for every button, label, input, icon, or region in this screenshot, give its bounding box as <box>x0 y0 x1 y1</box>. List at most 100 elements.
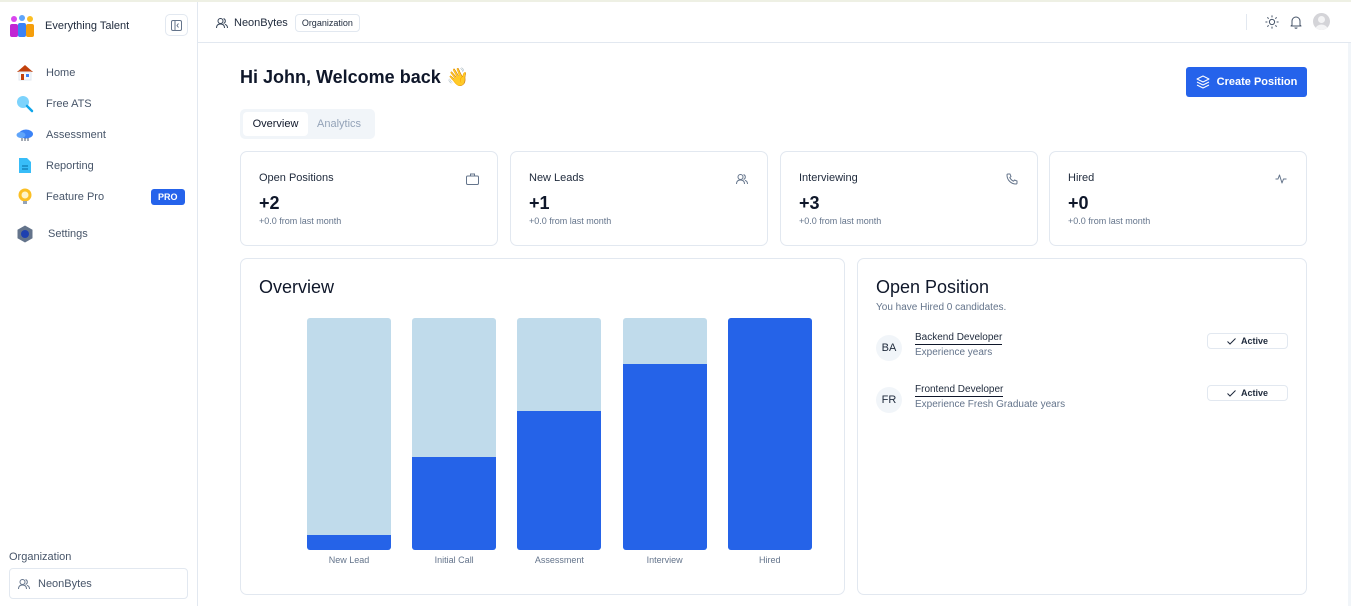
greeting-text: Hi John, Welcome back <box>240 67 441 87</box>
stat-card-interviewing: Interviewing +3 +0.0 from last month <box>780 151 1038 246</box>
stat-change: +0.0 from last month <box>259 216 342 226</box>
create-position-label: Create Position <box>1216 76 1298 88</box>
open-position-title: Open Position <box>876 277 990 297</box>
position-name-link[interactable]: Backend Developer <box>915 332 1003 345</box>
sidebar-item-reporting[interactable]: Reporting <box>0 150 197 181</box>
users-icon <box>216 18 228 29</box>
bar-assessment[interactable] <box>517 410 602 550</box>
position-experience: Experience Fresh Graduate years <box>915 399 1066 410</box>
header-organization: NeonBytes Organization <box>216 14 360 32</box>
sidebar-item-label: Feature Pro <box>46 190 105 203</box>
organization-selector[interactable]: NeonBytes <box>9 568 188 599</box>
sun-icon <box>1265 15 1279 29</box>
stat-title: Hired <box>1068 172 1095 184</box>
bar-track <box>307 318 391 550</box>
open-position-subtitle: You have Hired 0 candidates. <box>876 302 1007 313</box>
briefcase-icon <box>465 172 479 186</box>
position-status-badge[interactable]: Active <box>1207 385 1288 401</box>
stat-change: +0.0 from last month <box>1068 216 1151 226</box>
stat-title: Open Positions <box>259 172 334 184</box>
organization-tag: Organization <box>294 14 360 32</box>
sidebar-item-settings[interactable]: Settings <box>0 218 197 249</box>
brand-name: Everything Talent <box>45 20 130 32</box>
x-tick-label: Interview <box>646 555 683 565</box>
organization-name: NeonBytes <box>38 577 92 590</box>
sidebar-item-label: Home <box>46 66 76 79</box>
sidebar-nav: Home Free ATS Assessment Reporting Featu… <box>0 57 197 249</box>
users-icon <box>18 578 30 589</box>
stat-value: +3 <box>799 193 820 213</box>
house-icon <box>16 64 34 82</box>
position-avatar: BA <box>876 335 902 361</box>
brand-logo-icon <box>9 14 35 38</box>
stat-card-open-positions: Open Positions +2 +0.0 from last month <box>240 151 498 246</box>
user-avatar[interactable] <box>1313 13 1330 30</box>
sidebar-item-feature-pro[interactable]: Feature Pro PRO <box>0 181 197 212</box>
gear-icon <box>16 225 34 243</box>
header-divider <box>1246 14 1247 30</box>
cloud-icon <box>16 126 34 144</box>
overview-bar-chart: New Lead Initial Call Assessment Interview H… <box>241 259 844 594</box>
lightbulb-icon <box>16 188 34 206</box>
status-label: Active <box>1240 388 1268 398</box>
view-tabs: Overview Analytics <box>240 109 375 139</box>
notifications-button[interactable] <box>1288 14 1304 30</box>
sidebar-item-label: Settings <box>48 227 88 240</box>
top-header: NeonBytes Organization <box>198 2 1351 43</box>
sidebar-toggle-icon <box>171 19 182 31</box>
pro-badge: PRO <box>151 189 185 205</box>
check-icon <box>1227 389 1236 397</box>
collapse-sidebar-button[interactable] <box>165 14 188 36</box>
brand[interactable]: Everything Talent <box>9 14 129 38</box>
create-position-button[interactable]: Create Position <box>1186 67 1307 97</box>
position-experience: Experience years <box>915 347 993 358</box>
waving-hand-icon: 👋 <box>446 67 470 87</box>
tab-analytics[interactable]: Analytics <box>308 112 370 136</box>
bar-hired[interactable] <box>727 318 812 550</box>
position-status-badge[interactable]: Active <box>1207 333 1288 349</box>
stat-title: New Leads <box>529 172 585 184</box>
position-avatar: FR <box>876 387 902 413</box>
bar-interview[interactable] <box>622 364 707 550</box>
page-title: Hi John, Welcome back 👋 <box>240 67 469 88</box>
stat-card-new-leads: New Leads +1 +0.0 from last month <box>510 151 768 246</box>
theme-toggle-button[interactable] <box>1264 14 1280 30</box>
bar-initial-call[interactable] <box>412 457 497 550</box>
tab-overview[interactable]: Overview <box>243 112 308 136</box>
stat-title: Interviewing <box>799 172 858 184</box>
x-tick-label: Hired <box>759 555 781 565</box>
header-org-name: NeonBytes <box>234 17 288 29</box>
phone-icon <box>1005 172 1019 186</box>
document-icon <box>16 157 34 175</box>
x-tick-label: New Lead <box>328 555 370 565</box>
status-label: Active <box>1240 336 1268 346</box>
stat-change: +0.0 from last month <box>529 216 612 226</box>
position-list-item: BA Backend Developer Experience years Ac… <box>876 332 1290 372</box>
stat-card-hired: Hired +0 +0.0 from last month <box>1049 151 1307 246</box>
sidebar-item-label: Assessment <box>46 128 106 141</box>
stat-value: +1 <box>529 193 550 213</box>
stat-value: +0 <box>1068 193 1089 213</box>
x-tick-label: Assessment <box>534 555 584 565</box>
open-position-panel: Open Position You have Hired 0 candidate… <box>857 258 1307 595</box>
sidebar: Everything Talent Home Free ATS Assessme… <box>0 2 198 606</box>
user-avatar-icon <box>1315 16 1328 30</box>
bar-new-lead[interactable] <box>307 534 391 550</box>
x-tick-label: Initial Call <box>434 555 474 565</box>
position-name-link[interactable]: Frontend Developer <box>915 384 1004 397</box>
sidebar-item-free-ats[interactable]: Free ATS <box>0 88 197 119</box>
position-list-item: FR Frontend Developer Experience Fresh G… <box>876 384 1290 424</box>
magnifier-icon <box>16 95 34 113</box>
activity-icon <box>1274 172 1288 186</box>
overview-panel: Overview New Lead Initial Call Assessment I… <box>240 258 845 595</box>
check-icon <box>1227 337 1236 345</box>
sidebar-item-label: Reporting <box>46 159 94 172</box>
bell-icon <box>1290 16 1302 29</box>
sidebar-item-assessment[interactable]: Assessment <box>0 119 197 150</box>
users-icon <box>735 172 749 186</box>
sidebar-item-label: Free ATS <box>46 97 92 110</box>
sidebar-item-home[interactable]: Home <box>0 57 197 88</box>
layers-icon <box>1196 75 1210 89</box>
organization-label: Organization <box>9 551 72 563</box>
stat-change: +0.0 from last month <box>799 216 882 226</box>
